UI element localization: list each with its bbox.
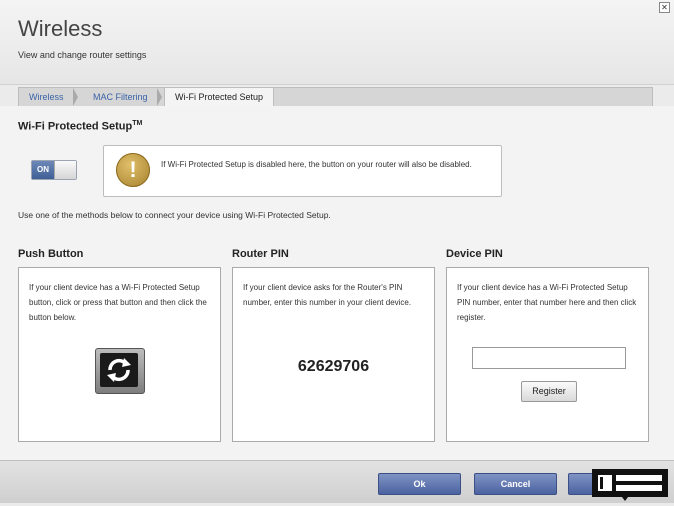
instructions-text: Use one of the methods below to connect … xyxy=(18,210,331,220)
device-pin-title: Device PIN xyxy=(446,248,503,260)
router-pin-title: Router PIN xyxy=(232,248,289,260)
device-pin-card: If your client device has a Wi-Fi Protec… xyxy=(446,267,649,442)
dialog-footer: Ok Cancel xyxy=(0,460,674,503)
page-subtitle: View and change router settings xyxy=(18,50,147,60)
section-title-text: Wi-Fi Protected Setup xyxy=(18,120,133,133)
tab-wireless[interactable]: Wireless xyxy=(19,88,78,106)
tab-mac-filtering[interactable]: MAC Filtering xyxy=(83,88,162,106)
watermark-logo xyxy=(592,465,668,501)
router-pin-text: If your client device asks for the Route… xyxy=(243,283,412,307)
warning-icon: ! xyxy=(116,153,150,187)
router-pin-value: 62629706 xyxy=(297,358,370,375)
register-button[interactable]: Register xyxy=(521,381,577,402)
wps-toggle[interactable]: ON xyxy=(31,160,77,180)
toggle-on-label: ON xyxy=(32,161,54,179)
tab-wifi-protected-setup[interactable]: Wi-Fi Protected Setup xyxy=(164,87,275,107)
push-button-card: If your client device has a Wi-Fi Protec… xyxy=(18,267,221,442)
dialog-header: Wireless View and change router settings… xyxy=(0,0,674,85)
trademark-mark: TM xyxy=(132,120,143,127)
wps-icon xyxy=(100,353,138,387)
toggle-knob xyxy=(54,161,76,179)
info-box: ! If Wi-Fi Protected Setup is disabled h… xyxy=(103,145,502,197)
push-button-title: Push Button xyxy=(18,248,84,260)
router-pin-card: If your client device asks for the Route… xyxy=(232,267,435,442)
device-pin-input[interactable] xyxy=(472,347,626,369)
page-title: Wireless xyxy=(18,16,103,41)
push-button-text: If your client device has a Wi-Fi Protec… xyxy=(29,283,207,322)
close-icon[interactable]: ✕ xyxy=(659,2,670,13)
ok-button[interactable]: Ok xyxy=(378,473,461,495)
device-pin-text: If your client device has a Wi-Fi Protec… xyxy=(457,283,637,322)
wps-push-button[interactable] xyxy=(95,348,145,394)
tab-bar: Wireless MAC Filtering Wi-Fi Protected S… xyxy=(18,87,653,107)
wps-panel: Wi-Fi Protected SetupTM ON ! If Wi-Fi Pr… xyxy=(0,106,674,460)
section-title: Wi-Fi Protected SetupTM xyxy=(18,120,142,133)
cancel-button[interactable]: Cancel xyxy=(474,473,557,495)
info-text: If Wi-Fi Protected Setup is disabled her… xyxy=(161,160,472,169)
